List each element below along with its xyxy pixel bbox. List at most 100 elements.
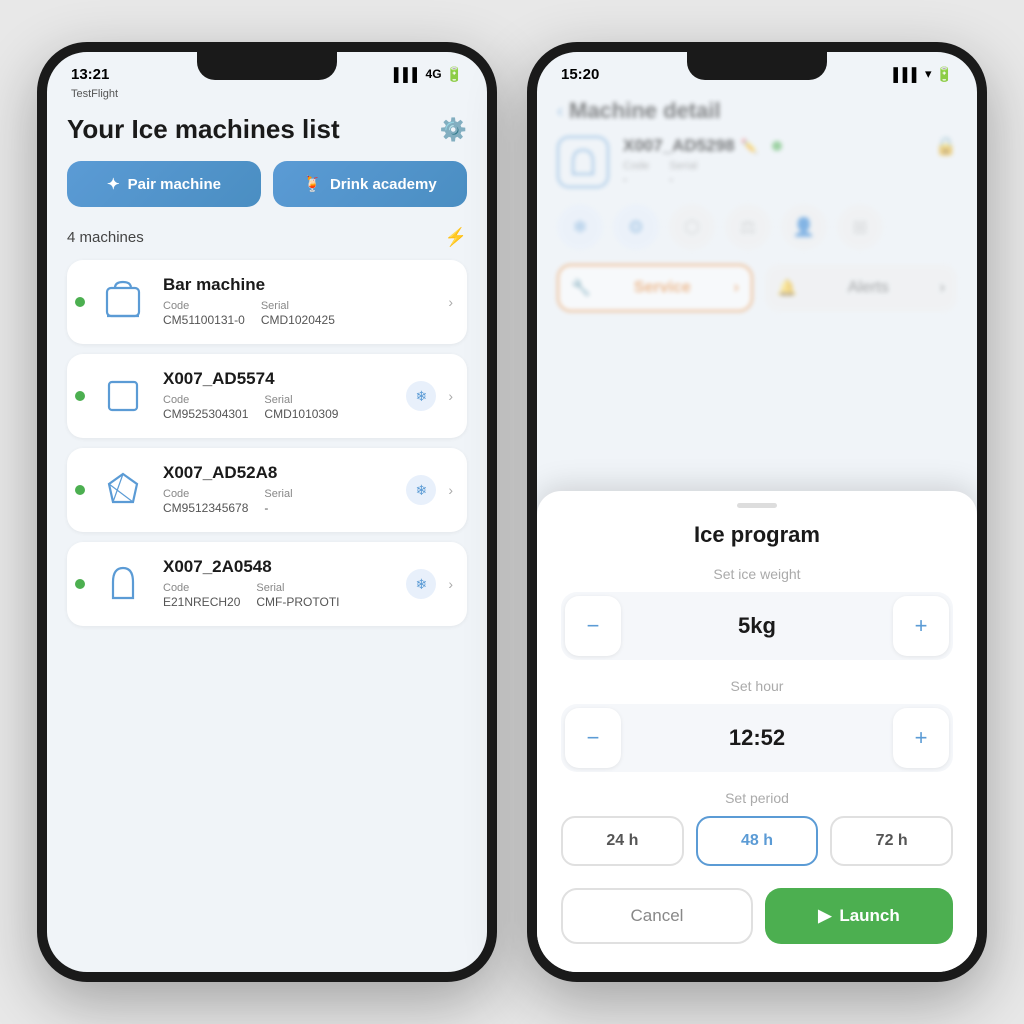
machine-icon-2a0548 xyxy=(95,556,151,612)
chevron-right-icon: › xyxy=(448,576,453,592)
machines-count-row: 4 machines ⚡ xyxy=(67,227,467,248)
machine-detail-name: X007_AD5298 xyxy=(623,136,735,156)
right-phone: 15:20 ▌▌▌ ▾ 🔋 ‹ Machine detail xyxy=(527,42,987,982)
filter-icon[interactable]: ⚡ xyxy=(445,227,467,248)
code-bar: CodeCM51100131-0 xyxy=(163,299,245,329)
machine-name-bar: Bar machine xyxy=(163,275,436,295)
right-battery-icon: 🔋 xyxy=(936,66,953,83)
alerts-label: Alerts xyxy=(848,279,889,297)
period-48h-button[interactable]: 48 h xyxy=(696,816,819,866)
settings-detail-btn[interactable]: ⚙ xyxy=(613,204,659,250)
sheet-title: Ice program xyxy=(561,522,953,548)
code-ad52a8: CodeCM9512345678 xyxy=(163,487,248,517)
snowflake-btn[interactable]: ❄ xyxy=(557,204,603,250)
machine-detail-icon xyxy=(557,136,609,188)
ice-program-sheet: Ice program Set ice weight − 5kg + Set h… xyxy=(537,491,977,972)
detail-meta: Code- Serial- xyxy=(623,160,782,186)
cube-btn[interactable]: ⬡ xyxy=(669,204,715,250)
serial-ad5574: SerialCMD1010309 xyxy=(264,393,338,423)
hour-label: Set hour xyxy=(561,678,953,694)
battery-icon: 🔋 xyxy=(446,66,463,83)
weight-value: 5kg xyxy=(625,613,889,639)
drink-academy-button[interactable]: 🍹 Drink academy xyxy=(273,161,467,207)
machine-meta-bar: CodeCM51100131-0 SerialCMD1020425 xyxy=(163,299,436,329)
machine-name-ad5574: X007_AD5574 xyxy=(163,369,394,389)
machine-card-bar[interactable]: Bar machine CodeCM51100131-0 SerialCMD10… xyxy=(67,260,467,344)
serial-2a0548: SerialCMF-PROTOTI xyxy=(256,581,339,611)
machine-info-bar: Bar machine CodeCM51100131-0 SerialCMD10… xyxy=(163,275,436,329)
snowflake-badge-ad52a8: ❄ xyxy=(406,475,436,505)
testflight-label: TestFlight xyxy=(47,88,487,100)
user-btn[interactable]: 👤 xyxy=(781,204,827,250)
status-dot-2a0548 xyxy=(75,579,85,589)
snowflake-badge-2a0548: ❄ xyxy=(406,569,436,599)
status-dot-ad5574 xyxy=(75,391,85,401)
launch-button[interactable]: ▶ Launch xyxy=(765,888,953,944)
grid-btn[interactable]: ⊞ xyxy=(837,204,883,250)
weight-increase-button[interactable]: + xyxy=(893,596,949,656)
right-phone-content: ‹ Machine detail X007_AD5298 ✏️ C xyxy=(537,92,977,972)
machine-meta-ad52a8: CodeCM9512345678 Serial- xyxy=(163,487,394,517)
service-label: Service xyxy=(634,279,691,297)
settings-button[interactable]: ⚙️ xyxy=(440,117,467,143)
service-button[interactable]: 🔧 Service › xyxy=(557,264,753,312)
machine-info-ad5574: X007_AD5574 CodeCM9525304301 SerialCMD10… xyxy=(163,369,394,423)
alerts-button[interactable]: 🔔 Alerts › xyxy=(765,264,957,312)
right-wifi-icon: ▾ xyxy=(925,66,932,82)
machines-count: 4 machines xyxy=(67,229,144,246)
back-arrow-icon: ‹ xyxy=(557,101,563,122)
sheet-actions: Cancel ▶ Launch xyxy=(561,888,953,944)
machine-info-2a0548: X007_2A0548 CodeE21NRECH20 SerialCMF-PRO… xyxy=(163,557,394,611)
machine-card-ad52a8[interactable]: X007_AD52A8 CodeCM9512345678 Serial- ❄ › xyxy=(67,448,467,532)
blurred-bg: ‹ Machine detail X007_AD5298 ✏️ C xyxy=(557,98,957,312)
machine-name-2a0548: X007_2A0548 xyxy=(163,557,394,577)
edit-icon: ✏️ xyxy=(741,138,758,155)
left-status-icons: ▌▌▌ 4G 🔋 xyxy=(394,66,463,83)
hour-decrease-button[interactable]: − xyxy=(565,708,621,768)
cancel-button[interactable]: Cancel xyxy=(561,888,753,944)
action-buttons-row: 🔧 Service › 🔔 Alerts › xyxy=(557,264,957,312)
detail-code: Code- xyxy=(623,160,649,186)
left-time: 13:21 xyxy=(71,66,109,83)
period-72h-button[interactable]: 72 h xyxy=(830,816,953,866)
code-ad5574: CodeCM9525304301 xyxy=(163,393,248,423)
play-icon: ▶ xyxy=(818,906,831,926)
chevron-right-icon: › xyxy=(448,294,453,310)
machine-name-ad52a8: X007_AD52A8 xyxy=(163,463,394,483)
machine-detail-info: X007_AD5298 ✏️ Code- Serial- xyxy=(623,136,782,186)
left-phone-content: Your Ice machines list ⚙️ ✦ Pair machine… xyxy=(47,106,487,982)
machine-icon-ad52a8 xyxy=(95,462,151,518)
network-label: 4G xyxy=(426,67,442,81)
signal-icon: ▌▌▌ xyxy=(394,67,422,82)
left-status-bar: 13:21 ▌▌▌ 4G 🔋 xyxy=(47,52,487,92)
right-status-icons: ▌▌▌ ▾ 🔋 xyxy=(893,66,953,83)
weight-stepper: − 5kg + xyxy=(561,592,953,660)
detail-serial: Serial- xyxy=(669,160,697,186)
page-title-row: Your Ice machines list ⚙️ xyxy=(67,114,467,145)
wrench-icon: 🔧 xyxy=(571,278,591,298)
weight-btn[interactable]: ⚖ xyxy=(725,204,771,250)
period-label: Set period xyxy=(561,790,953,806)
cocktail-icon: 🍹 xyxy=(303,175,322,193)
machine-icon-ad5574 xyxy=(95,368,151,424)
page-title: Your Ice machines list xyxy=(67,114,340,145)
online-dot xyxy=(772,141,782,151)
service-chevron-icon: › xyxy=(734,279,739,297)
bluetooth-icon: ✦ xyxy=(107,175,120,193)
right-time: 15:20 xyxy=(561,66,599,83)
snowflake-badge-ad5574: ❄ xyxy=(406,381,436,411)
hour-increase-button[interactable]: + xyxy=(893,708,949,768)
period-selector: 24 h 48 h 72 h xyxy=(561,816,953,866)
period-24h-button[interactable]: 24 h xyxy=(561,816,684,866)
machine-meta-2a0548: CodeE21NRECH20 SerialCMF-PROTOTI xyxy=(163,581,394,611)
pair-machine-button[interactable]: ✦ Pair machine xyxy=(67,161,261,207)
machine-card-2a0548[interactable]: X007_2A0548 CodeE21NRECH20 SerialCMF-PRO… xyxy=(67,542,467,626)
code-2a0548: CodeE21NRECH20 xyxy=(163,581,240,611)
serial-ad52a8: Serial- xyxy=(264,487,292,517)
weight-decrease-button[interactable]: − xyxy=(565,596,621,656)
back-title: Machine detail xyxy=(569,98,721,124)
serial-bar: SerialCMD1020425 xyxy=(261,299,335,329)
hour-stepper: − 12:52 + xyxy=(561,704,953,772)
machine-card-ad5574[interactable]: X007_AD5574 CodeCM9525304301 SerialCMD10… xyxy=(67,354,467,438)
right-status-bar: 15:20 ▌▌▌ ▾ 🔋 xyxy=(537,52,977,92)
